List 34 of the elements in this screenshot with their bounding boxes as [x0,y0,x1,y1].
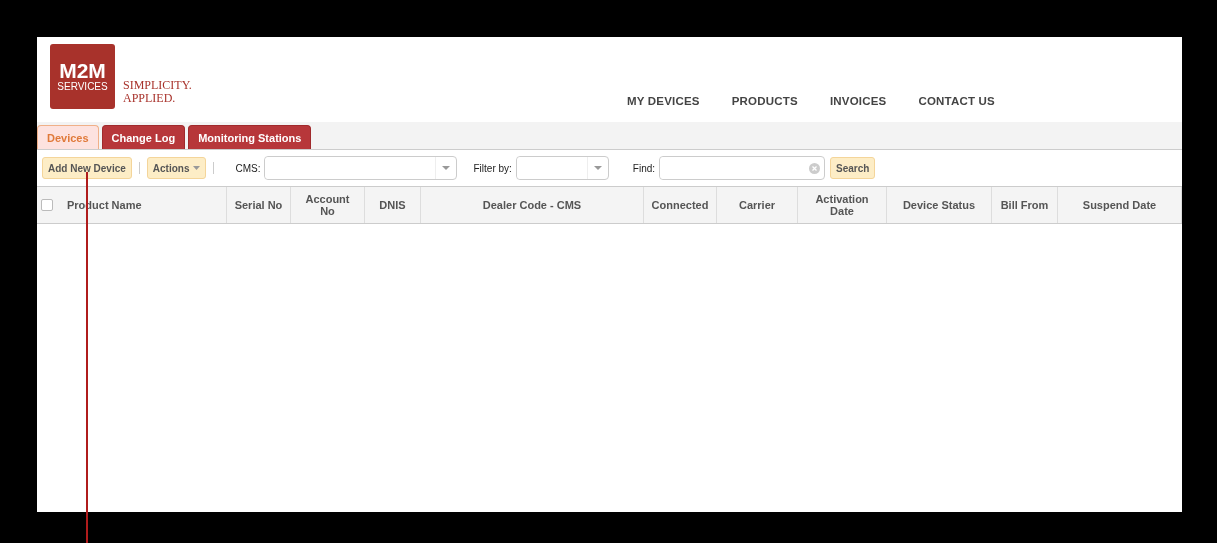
column-header[interactable]: Account No [291,187,365,223]
tagline: APPLIED. [123,92,177,105]
nav-link[interactable]: PRODUCTS [731,95,798,107]
column-header[interactable]: Carrier [717,187,798,223]
column-header[interactable]: Suspend Date [1058,187,1182,223]
select-all-checkbox[interactable] [41,199,53,211]
column-header[interactable]: Bill From [992,187,1058,223]
caret-icon [442,166,451,170]
field-label: Filter by: [473,162,512,174]
tab[interactable]: Monitoring Stations [188,125,312,149]
actions-button[interactable]: Actions [146,157,207,179]
field-label: Find: [632,162,656,174]
cms-dropdown[interactable] [264,156,458,180]
column-header[interactable]: Device Status [887,187,992,223]
nav-link[interactable]: CONTACT US [918,95,995,107]
column-header[interactable]: Serial No [227,187,291,223]
tab[interactable]: Change Log [101,125,186,149]
field-label: CMS: [235,162,261,174]
column-header[interactable]: Dealer Code - CMS [421,187,644,223]
nav-link[interactable]: MY DEVICES [627,95,700,107]
column-header[interactable]: Activation Date [798,187,887,223]
tagline: SIMPLICITY. [123,79,192,92]
logo-mark: M2M [59,61,106,81]
search-button[interactable]: Search [830,157,876,179]
caret-icon [193,166,201,170]
add-device-button[interactable]: Add New Device [42,157,132,179]
column-header[interactable]: Connected [644,187,717,223]
filter-dropdown[interactable] [515,156,609,180]
nav-link[interactable]: INVOICES [829,95,887,107]
caret-icon [593,166,602,170]
find-field[interactable] [659,156,826,180]
column-header[interactable]: DNIS [365,187,421,223]
logo-subtitle: SERVICES [57,81,108,92]
clear-icon[interactable] [808,162,820,174]
